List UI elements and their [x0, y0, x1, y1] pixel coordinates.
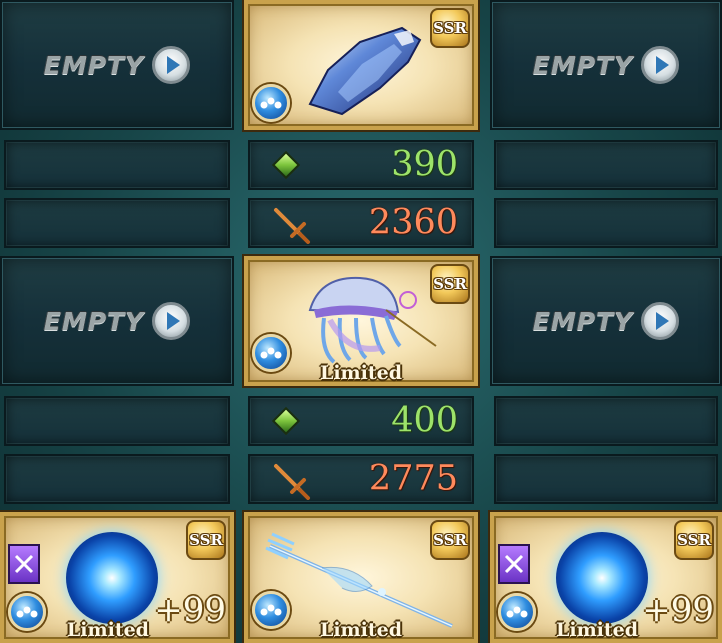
hp-stat-row: 390	[248, 140, 474, 190]
ssr-rarity-badge: SSR	[430, 264, 470, 304]
empty-weapon-slot-3[interactable]: EMPTY	[0, 256, 234, 386]
stat-row-empty	[4, 140, 230, 190]
hp-stat-row: 400	[248, 396, 474, 446]
ssr-rarity-badge: SSR	[430, 520, 470, 560]
limited-label: Limited	[66, 619, 149, 641]
stat-row-empty	[4, 198, 230, 248]
stat-row-empty	[4, 454, 230, 504]
play-arrow-icon[interactable]	[152, 46, 191, 84]
plus-level: +99	[642, 590, 714, 630]
empty-label: EMPTY	[43, 50, 145, 80]
weapon-card-spear[interactable]: SSR Limited	[244, 512, 478, 643]
blue-orb-icon	[555, 531, 648, 624]
stat-row-empty	[4, 396, 230, 446]
water-element-icon	[252, 591, 290, 629]
empty-weapon-slot-2[interactable]: EMPTY	[490, 0, 722, 130]
ssr-rarity-badge: SSR	[430, 8, 470, 48]
ssr-rarity-badge: SSR	[186, 520, 226, 560]
blue-orb-icon	[66, 531, 159, 624]
jellyfish-weapon-icon	[308, 276, 437, 364]
green-gem-icon	[271, 406, 301, 436]
empty-label: EMPTY	[43, 306, 145, 336]
hp-value: 390	[391, 144, 458, 185]
sword-icon	[274, 464, 310, 500]
stat-row-empty	[494, 140, 718, 190]
play-arrow-icon[interactable]	[641, 302, 680, 340]
plus-level: +99	[154, 590, 226, 630]
stat-row-empty	[494, 454, 718, 504]
green-gem-icon	[271, 150, 301, 180]
stat-row-empty	[494, 198, 718, 248]
sword-icon	[274, 208, 310, 244]
hp-value: 400	[391, 400, 458, 441]
limited-label: Limited	[319, 362, 403, 384]
crossed-swords-icon	[8, 544, 40, 584]
empty-weapon-slot-1[interactable]: EMPTY	[0, 0, 234, 130]
weapon-card-crystal[interactable]: SSR	[244, 0, 478, 130]
ssr-rarity-badge: SSR	[674, 520, 714, 560]
summon-card-orb-1[interactable]: SSR +99 Limited	[0, 512, 234, 643]
weapon-card-jellyfish[interactable]: SSR Limited	[244, 256, 478, 386]
limited-label: Limited	[556, 619, 639, 641]
empty-label: EMPTY	[532, 306, 634, 336]
water-element-icon	[8, 593, 46, 631]
summon-card-orb-2[interactable]: SSR +99 Limited	[490, 512, 722, 643]
play-arrow-icon[interactable]	[641, 46, 680, 84]
water-element-icon	[498, 593, 536, 631]
limited-label: Limited	[319, 619, 403, 641]
play-arrow-icon[interactable]	[152, 302, 191, 340]
water-element-icon	[252, 334, 290, 372]
crossed-swords-icon	[498, 544, 530, 584]
atk-value: 2360	[368, 202, 458, 243]
empty-label: EMPTY	[532, 50, 634, 80]
atk-stat-row: 2775	[248, 454, 474, 504]
empty-weapon-slot-4[interactable]: EMPTY	[490, 256, 722, 386]
atk-value: 2775	[368, 458, 458, 499]
atk-stat-row: 2360	[248, 198, 474, 248]
water-element-icon	[252, 84, 290, 122]
crystal-weapon-icon	[308, 26, 422, 116]
stat-row-empty	[494, 396, 718, 446]
